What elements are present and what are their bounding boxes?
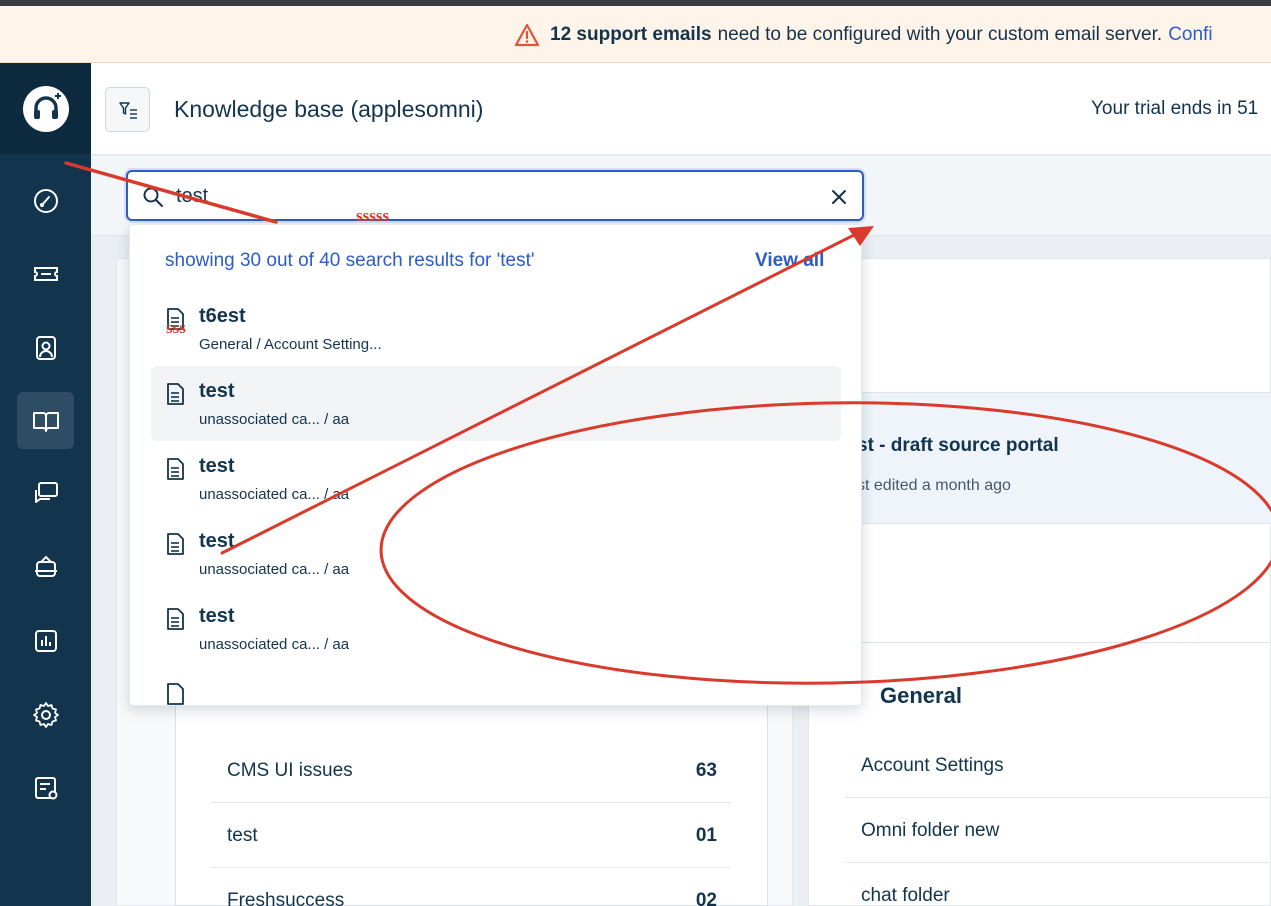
document-icon [167, 608, 184, 630]
warning-icon [514, 23, 540, 47]
trial-notice: Your trial ends in 51 [1091, 98, 1259, 119]
category-row[interactable]: Freshsuccess 02 [211, 868, 731, 906]
category-row[interactable]: test 01 [211, 803, 731, 868]
headset-icon [34, 93, 61, 119]
search-input[interactable] [176, 182, 776, 210]
draft-portal-item[interactable]: st - draft source portal st edited a mon… [809, 392, 1271, 524]
result-path: unassociated ca... / aa [199, 636, 350, 653]
divider [809, 642, 1271, 643]
search-results-dropdown: showing 30 out of 40 search results for … [129, 224, 862, 706]
category-name: CMS UI issues [227, 760, 353, 781]
search-icon [143, 187, 163, 207]
result-title: test [199, 605, 235, 627]
draft-title: st - draft source portal [857, 435, 1059, 456]
folder-group-title: General [880, 683, 962, 708]
annotation-scribble: sssss [356, 206, 390, 225]
result-path: unassociated ca... / aa [199, 561, 350, 578]
bar-chart-icon [34, 629, 57, 652]
sidebar-item-reports[interactable] [17, 612, 74, 669]
result-title: test [199, 530, 235, 552]
category-name: Freshsuccess [227, 890, 345, 906]
draft-subtitle: st edited a month ago [857, 477, 1011, 494]
folder-name: Omni folder new [861, 820, 1000, 841]
filter-icon [118, 101, 137, 119]
sidebar-item-contacts[interactable] [17, 319, 74, 376]
sidebar-item-forums[interactable] [17, 465, 74, 522]
folder-item[interactable]: chat folder [845, 863, 1271, 906]
search-result-item[interactable]: test unassociated ca... / aa [151, 591, 841, 666]
annotation-scribble: sss [166, 318, 186, 337]
banner-count: 12 support emails [550, 24, 712, 45]
category-row[interactable]: CMS UI issues 63 [211, 738, 731, 803]
category-count: 01 [695, 825, 717, 846]
search-result-item[interactable]: t6est General / Account Setting... [151, 291, 841, 366]
email-config-banner: 12 support emails need to be configured … [0, 6, 1271, 63]
banner-text: need to be configured with your custom e… [717, 24, 1163, 45]
view-all-link[interactable]: View all [755, 250, 824, 272]
folder-name: Account Settings [861, 755, 1004, 776]
results-summary: showing 30 out of 40 search results for … [165, 250, 535, 271]
search-result-item-partial[interactable] [151, 666, 841, 705]
sidebar-item-getting-started[interactable] [17, 759, 74, 816]
book-icon [32, 411, 59, 432]
checklist-icon [34, 776, 57, 799]
document-icon [167, 383, 184, 405]
sidebar-item-tickets[interactable] [17, 245, 74, 302]
gauge-icon [33, 188, 58, 213]
page-header: Knowledge base (applesomni) Your trial e… [91, 63, 1271, 155]
logo-area [0, 63, 91, 154]
gear-icon [32, 701, 59, 728]
sidebar-item-freddy[interactable] [17, 539, 74, 596]
result-path: unassociated ca... / aa [199, 411, 350, 428]
result-title: test [199, 380, 235, 402]
sidebar-item-admin[interactable] [17, 686, 74, 743]
sidebar-item-dashboard[interactable] [17, 172, 74, 229]
result-title: t6est [199, 305, 246, 327]
chat-bubbles-icon [34, 481, 58, 503]
sidebar [0, 63, 91, 906]
page-title: Knowledge base (applesomni) [174, 96, 484, 122]
result-title: test [199, 455, 235, 477]
filter-toggle-button[interactable] [105, 87, 150, 132]
folder-name: chat folder [861, 885, 950, 906]
close-icon[interactable] [828, 186, 850, 208]
ticket-icon [33, 266, 58, 281]
search-result-item[interactable]: test unassociated ca... / aa [151, 516, 841, 591]
category-count: 02 [695, 890, 717, 906]
category-count: 63 [695, 760, 717, 781]
search-box[interactable] [126, 170, 864, 221]
folder-item[interactable]: Omni folder new [845, 798, 1271, 863]
bot-icon [34, 555, 57, 577]
banner-configure-link[interactable]: Confi [1168, 24, 1212, 46]
contact-card-icon [35, 335, 56, 360]
document-icon [167, 458, 184, 480]
folder-item[interactable]: Account Settings [845, 733, 1271, 798]
search-result-item[interactable]: test unassociated ca... / aa [151, 441, 841, 516]
search-result-item[interactable]: test unassociated ca... / aa [151, 366, 841, 441]
result-path: unassociated ca... / aa [199, 486, 350, 503]
sidebar-item-knowledge-base[interactable] [17, 392, 74, 449]
document-icon [167, 533, 184, 555]
result-path: General / Account Setting... [199, 336, 382, 353]
helpdesk-logo[interactable] [23, 86, 69, 132]
category-name: test [227, 825, 258, 846]
document-icon [167, 683, 184, 705]
